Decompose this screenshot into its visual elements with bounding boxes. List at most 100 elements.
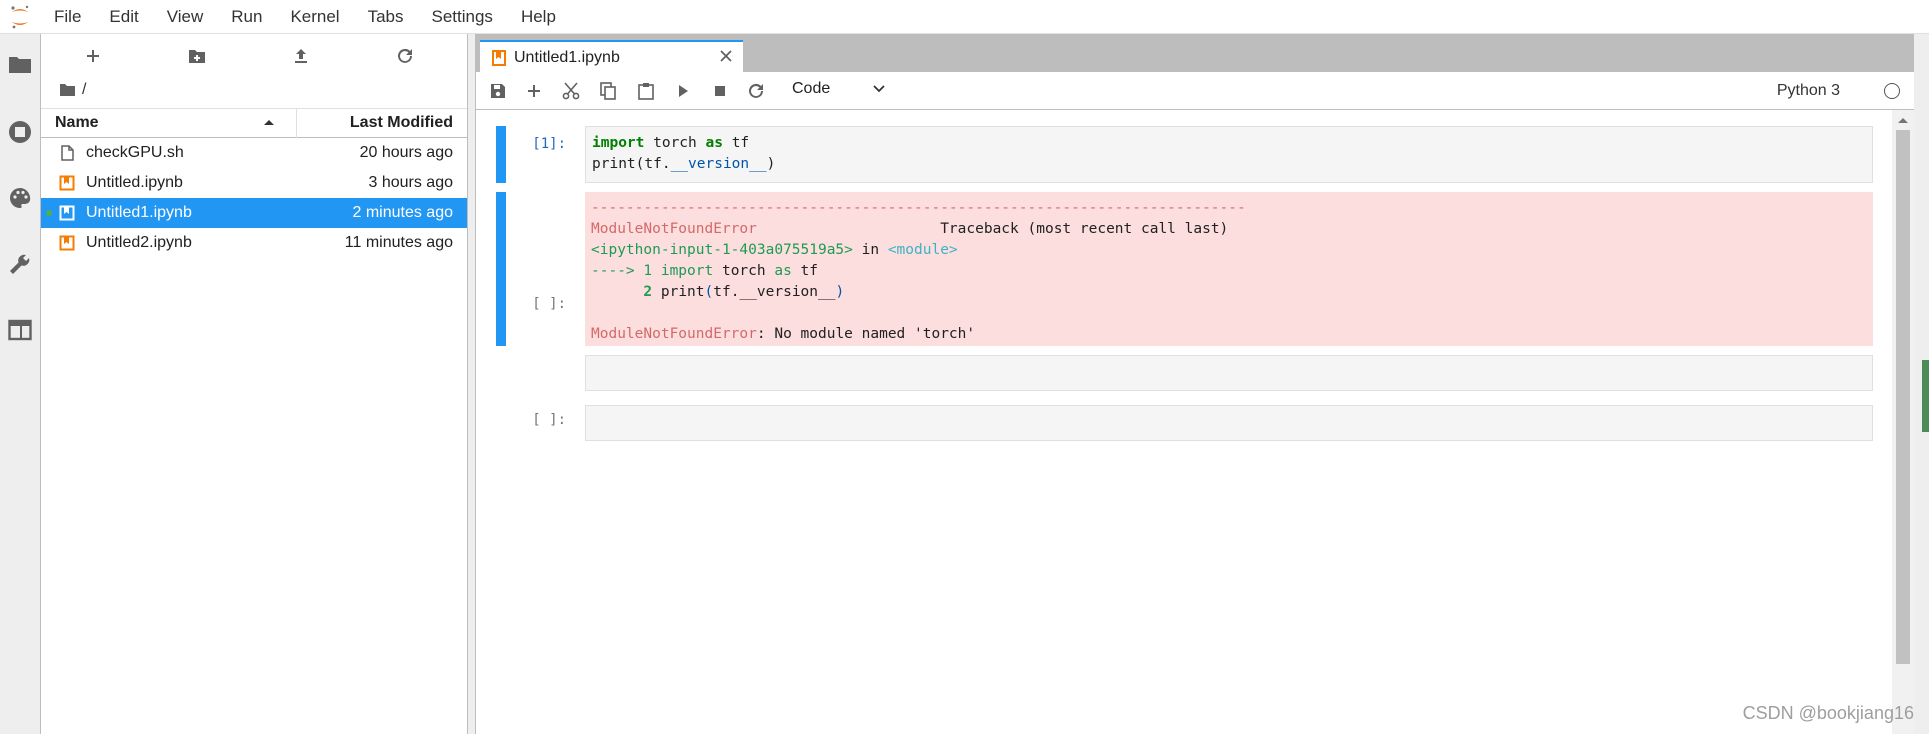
traceback-label: Traceback (most recent call last): [940, 221, 1229, 237]
menu-help[interactable]: Help: [507, 0, 570, 34]
cut-icon[interactable]: [561, 81, 581, 101]
active-cell-marker[interactable]: [496, 126, 506, 183]
notebook-icon: [492, 50, 506, 66]
copy-icon[interactable]: [598, 81, 618, 101]
menu-bar: File Edit View Run Kernel Tabs Settings …: [0, 0, 1929, 34]
file-browser-toolbar: [41, 34, 467, 78]
code-cell-input[interactable]: [585, 405, 1873, 441]
column-last-modified[interactable]: Last Modified: [350, 114, 453, 132]
cell-prompt: [1]:: [532, 136, 566, 152]
file-modified: 11 minutes ago: [344, 234, 453, 251]
palette-icon[interactable]: [8, 186, 32, 210]
folder-icon[interactable]: [59, 83, 76, 97]
panel-splitter[interactable]: [467, 34, 476, 734]
file-row[interactable]: Untitled1.ipynb 2 minutes ago: [41, 198, 467, 228]
notebook-toolbar: Code Python 3: [476, 72, 1922, 110]
left-sidebar: [0, 34, 41, 734]
save-icon[interactable]: [488, 81, 508, 101]
folder-icon[interactable]: [8, 52, 32, 76]
arrow-line: ----> 1: [591, 263, 661, 279]
code-cell-input[interactable]: [585, 355, 1873, 391]
refresh-icon: [398, 48, 412, 63]
file-modified: 3 hours ago: [368, 174, 453, 191]
in-word: in: [852, 242, 888, 258]
tb-keyword: as: [774, 263, 792, 279]
tb-paren: (: [704, 284, 714, 300]
file-name: Untitled1.ipynb: [86, 204, 192, 221]
upload-icon: [295, 49, 307, 63]
scroll-up-icon[interactable]: [1897, 116, 1909, 124]
tb-text: tf.__version__: [713, 284, 836, 300]
tb-keyword: import: [660, 263, 714, 279]
file-name: checkGPU.sh: [86, 144, 184, 161]
file-row[interactable]: Untitled2.ipynb 11 minutes ago: [41, 228, 467, 258]
breadcrumb-root[interactable]: /: [82, 81, 86, 99]
menu-view[interactable]: View: [153, 0, 218, 34]
kernel-name[interactable]: Python 3: [1777, 82, 1840, 100]
cell-prompt: [ ]:: [532, 412, 566, 428]
plus-icon: [87, 50, 99, 62]
tb-text: print: [652, 284, 705, 300]
running-icon[interactable]: [8, 120, 32, 144]
tab-label: Untitled1.ipynb: [514, 49, 620, 66]
stop-icon[interactable]: [710, 81, 730, 101]
sort-up-icon[interactable]: [263, 117, 275, 127]
menu-edit[interactable]: Edit: [95, 0, 152, 34]
notebook-icon: [59, 205, 75, 221]
tabs-icon[interactable]: [8, 318, 32, 342]
error-message: : No module named 'torch': [756, 326, 976, 342]
error-name: ModuleNotFoundError: [591, 221, 757, 237]
wrench-icon[interactable]: [8, 252, 32, 276]
code-token: __version__: [670, 156, 767, 172]
file-row[interactable]: checkGPU.sh 20 hours ago: [41, 138, 467, 168]
file-icon: [61, 145, 74, 161]
menu-run[interactable]: Run: [217, 0, 276, 34]
menu-kernel[interactable]: Kernel: [276, 0, 353, 34]
scrollbar-thumb[interactable]: [1896, 130, 1910, 664]
tab-untitled1[interactable]: Untitled1.ipynb: [480, 40, 743, 72]
file-row[interactable]: Untitled.ipynb 3 hours ago: [41, 168, 467, 198]
run-icon[interactable]: [673, 81, 693, 101]
tab-bar: Untitled1.ipynb: [476, 34, 1922, 72]
outer-scrollbar-thumb[interactable]: [1922, 360, 1929, 432]
file-name: Untitled2.ipynb: [86, 234, 192, 251]
file-list-header: Name Last Modified: [41, 108, 467, 138]
breadcrumb: /: [41, 78, 467, 102]
new-folder-button[interactable]: [145, 34, 249, 78]
tb-text: tf: [791, 263, 819, 279]
paste-icon[interactable]: [636, 81, 656, 101]
error-name: ModuleNotFoundError: [591, 326, 757, 342]
jupyter-logo-icon: [0, 0, 40, 34]
refresh-button[interactable]: [353, 34, 457, 78]
menu-settings[interactable]: Settings: [418, 0, 507, 34]
module-ref: <module>: [887, 242, 958, 258]
column-divider[interactable]: [296, 109, 297, 138]
close-icon[interactable]: [719, 49, 733, 63]
code-token: as: [705, 135, 723, 151]
notebook-icon: [59, 175, 75, 191]
cell-prompt: [ ]:: [532, 296, 566, 312]
error-output: ----------------------------------------…: [585, 192, 1873, 346]
chevron-down-icon[interactable]: [872, 84, 886, 94]
restart-icon[interactable]: [746, 81, 766, 101]
upload-button[interactable]: [249, 34, 353, 78]
code-cell-input[interactable]: import torch as tf print(tf.__version__): [585, 126, 1873, 183]
notebook-panel: [1]: import torch as tf print(tf.__versi…: [476, 110, 1922, 734]
file-list: checkGPU.sh 20 hours ago Untitled.ipynb 3 h…: [41, 138, 467, 258]
new-launcher-button[interactable]: [41, 34, 145, 78]
file-name: Untitled.ipynb: [86, 174, 183, 191]
tb-paren: ): [835, 284, 845, 300]
menu-tabs[interactable]: Tabs: [354, 0, 418, 34]
running-indicator: [46, 210, 52, 216]
column-name[interactable]: Name: [55, 114, 99, 132]
output-rule: ----------------------------------------…: [591, 200, 1246, 216]
watermark: CSDN @bookjiang16: [1742, 703, 1914, 723]
new-folder-icon: [189, 50, 205, 63]
menu-file[interactable]: File: [40, 0, 95, 34]
kernel-status-icon: [1884, 83, 1900, 99]
notebook-icon: [59, 235, 75, 251]
output-collapser[interactable]: [496, 192, 506, 346]
insert-cell-icon[interactable]: [524, 81, 544, 101]
notebook-scrollbar[interactable]: [1892, 110, 1914, 734]
code-token: import: [592, 135, 645, 151]
